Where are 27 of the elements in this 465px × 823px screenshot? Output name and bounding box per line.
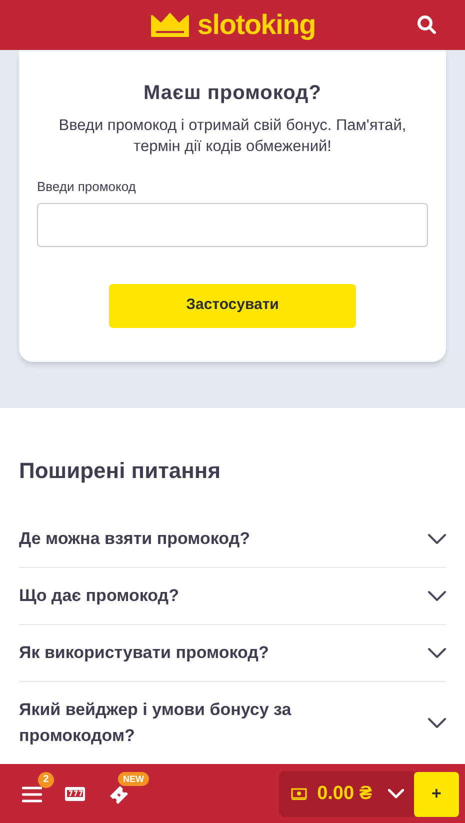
faq-title: Поширені питання <box>19 457 222 485</box>
apply-button[interactable]: Застосувати <box>109 284 356 328</box>
faq-item[interactable]: Що дає промокод? <box>19 568 446 625</box>
chevron-icon <box>428 718 446 728</box>
promo-title: Маєш промокод? <box>144 81 322 106</box>
chevron-down-icon[interactable] <box>388 789 404 799</box>
cash-icon <box>291 788 308 800</box>
balance-panel[interactable]: 0.00 ₴ <box>279 771 414 817</box>
logo[interactable]: slotoking <box>197 11 316 39</box>
balance-amount: 0.00 ₴ <box>317 782 372 806</box>
chevron-icon <box>428 534 446 544</box>
slot-machine-icon[interactable] <box>64 786 86 802</box>
new-badge: NEW <box>118 772 149 786</box>
chevron-icon <box>428 591 446 601</box>
deposit-button[interactable]: + <box>414 772 459 816</box>
faq-item[interactable]: Де можна взяти промокод? <box>19 511 446 568</box>
faq-item[interactable]: Який вейджер і умови бонусу за промокодом? <box>19 682 446 764</box>
promo-description: Введи промокод і отримай свій бонус. Пам'ятай, термін дії кодів обмежений! <box>58 116 408 157</box>
field-label: Введи промокод <box>37 178 136 196</box>
menu-icon[interactable] <box>22 786 42 802</box>
faq-item[interactable]: Як використувати промокод? <box>19 625 446 682</box>
search-icon[interactable] <box>417 15 437 35</box>
crown-icon <box>149 12 192 38</box>
chevron-icon <box>428 648 446 658</box>
notification-badge: 2 <box>38 772 54 788</box>
promo-code-field[interactable] <box>37 202 428 246</box>
ticket-icon[interactable] <box>108 784 130 804</box>
